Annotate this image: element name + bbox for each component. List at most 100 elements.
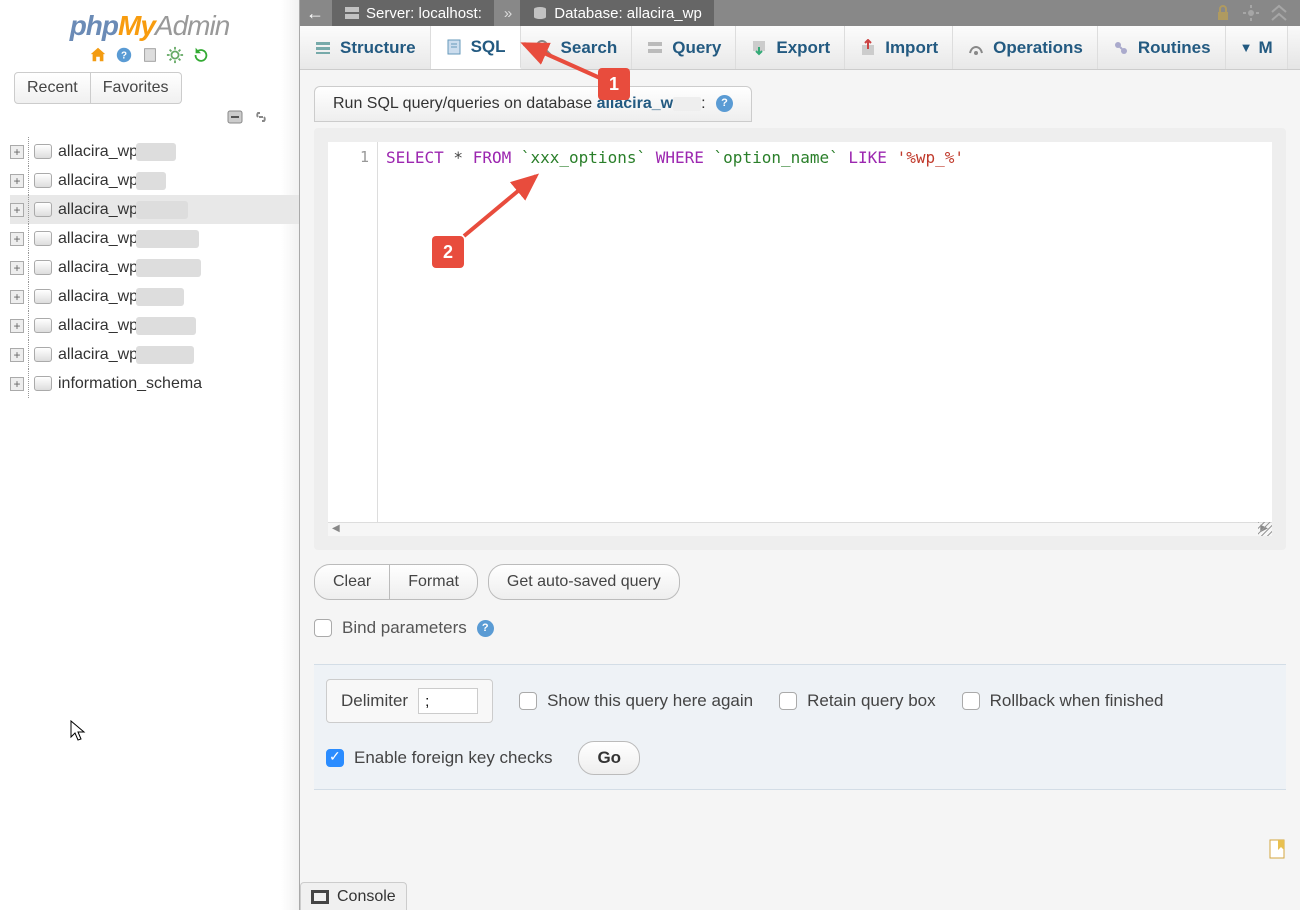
recent-button[interactable]: Recent <box>14 72 91 104</box>
query-options-box: Delimiter Show this query here again Ret… <box>314 664 1286 790</box>
tab-label: Search <box>561 38 618 58</box>
expand-icon[interactable]: + <box>10 348 24 362</box>
tab-sql[interactable]: SQL <box>431 26 521 69</box>
expand-icon[interactable]: + <box>10 319 24 333</box>
collapse-all-icon[interactable] <box>227 110 243 124</box>
fk-checks-label: Enable foreign key checks <box>354 748 552 768</box>
database-icon <box>34 260 52 275</box>
breadcrumb-database-label: Database: allacira_wp <box>554 5 702 22</box>
rollback-checkbox[interactable] <box>962 692 980 710</box>
nav-back-icon[interactable]: ← <box>306 3 324 24</box>
import-icon <box>859 39 877 57</box>
db-tree-label: allacira_wp <box>58 317 138 335</box>
home-icon[interactable] <box>89 46 107 64</box>
delimiter-group: Delimiter <box>326 679 493 723</box>
console-bar[interactable]: Console <box>300 882 407 910</box>
tab-more[interactable]: ▼M <box>1226 26 1288 69</box>
gear-icon[interactable] <box>1242 4 1260 22</box>
settings-icon[interactable] <box>166 46 184 64</box>
tab-search[interactable]: Search <box>521 26 633 69</box>
db-tree-item[interactable]: + information_schema <box>10 369 299 398</box>
help-icon[interactable]: ? <box>716 95 733 112</box>
database-icon <box>34 289 52 304</box>
export-icon <box>750 39 768 57</box>
help-icon[interactable]: ? <box>115 46 133 64</box>
db-tree-item[interactable]: + allacira_wp <box>10 224 299 253</box>
tab-label: Import <box>885 38 938 58</box>
server-icon <box>344 6 360 20</box>
expand-icon[interactable]: + <box>10 261 24 275</box>
search-icon <box>535 39 553 57</box>
mouse-cursor <box>70 720 88 742</box>
database-icon <box>532 6 548 20</box>
delimiter-label: Delimiter <box>341 691 408 711</box>
logo-php: php <box>70 10 118 41</box>
db-tree-item[interactable]: +allacira_wp <box>10 253 299 282</box>
expand-icon[interactable]: + <box>10 174 24 188</box>
tab-label: SQL <box>471 37 506 57</box>
bookmark-icon[interactable] <box>1268 838 1286 862</box>
fk-checks-checkbox[interactable] <box>326 749 344 767</box>
db-tree-item[interactable]: +allacira_wp <box>10 166 299 195</box>
db-tree-item[interactable]: +allacira_wp <box>10 282 299 311</box>
favorites-button[interactable]: Favorites <box>91 72 182 104</box>
rollback-label: Rollback when finished <box>990 691 1164 711</box>
db-tree-item[interactable]: +allacira_wp <box>10 340 299 369</box>
breadcrumb-bar: ← Server: localhost: » Database: allacir… <box>300 0 1300 26</box>
bind-parameters-checkbox[interactable] <box>314 619 332 637</box>
format-button[interactable]: Format <box>390 564 478 600</box>
panel-run-prefix: Run SQL query/queries on database <box>333 95 597 112</box>
operations-icon <box>967 39 985 57</box>
database-icon <box>34 318 52 333</box>
expand-icon[interactable]: + <box>10 290 24 304</box>
tab-export[interactable]: Export <box>736 26 845 69</box>
logo-my: My <box>118 10 155 41</box>
expand-icon[interactable]: + <box>10 145 24 159</box>
sql-editor[interactable]: 1 SELECT * FROM `xxx_options` WHERE `opt… <box>328 142 1272 522</box>
reload-icon[interactable] <box>192 46 210 64</box>
link-icon[interactable] <box>253 110 269 124</box>
expand-icon[interactable]: + <box>10 203 24 217</box>
panel-suffix: : <box>701 95 705 112</box>
tab-query[interactable]: Query <box>632 26 736 69</box>
breadcrumb-separator: » <box>504 5 512 22</box>
docs-icon[interactable] <box>141 46 159 64</box>
tab-structure[interactable]: Structure <box>300 26 431 69</box>
db-tree-item[interactable]: + allacira_wp <box>10 195 299 224</box>
phpmyadmin-logo[interactable]: phpMyAdmin ? <box>0 0 299 66</box>
annotation-callout-2: 2 <box>432 236 464 268</box>
expand-icon[interactable] <box>1270 4 1288 22</box>
sql-code-line[interactable]: SELECT * FROM `xxx_options` WHERE `optio… <box>386 148 964 167</box>
editor-scrollbar[interactable]: ◀▶ <box>328 522 1272 536</box>
editor-gutter: 1 <box>328 142 378 522</box>
db-tree-item[interactable]: +allacira_wp <box>10 137 299 166</box>
tab-routines[interactable]: Routines <box>1098 26 1226 69</box>
go-button[interactable]: Go <box>578 741 640 775</box>
editor-resize-handle[interactable] <box>1258 522 1272 536</box>
breadcrumb-database[interactable]: Database: allacira_wp <box>520 0 714 26</box>
tab-import[interactable]: Import <box>845 26 953 69</box>
db-tree-label: information_schema <box>58 375 202 393</box>
tab-operations[interactable]: Operations <box>953 26 1098 69</box>
delimiter-input[interactable] <box>418 688 478 714</box>
db-tree-label: allacira_wp <box>58 201 138 219</box>
lock-icon[interactable] <box>1214 4 1232 22</box>
breadcrumb-server[interactable]: Server: localhost: <box>332 0 494 26</box>
expand-icon[interactable]: + <box>10 232 24 246</box>
db-tree-item[interactable]: + allacira_wp <box>10 311 299 340</box>
get-autosaved-button[interactable]: Get auto-saved query <box>488 564 680 600</box>
retain-query-checkbox[interactable] <box>779 692 797 710</box>
tab-strip: Structure SQL Search Query Export Import Opera… <box>300 26 1300 70</box>
database-icon <box>34 231 52 246</box>
show-again-checkbox[interactable] <box>519 692 537 710</box>
bind-parameters-label: Bind parameters <box>342 618 467 638</box>
tab-label: Query <box>672 38 721 58</box>
db-tree-label: allacira_wp <box>58 230 138 248</box>
expand-icon[interactable]: + <box>10 377 24 391</box>
database-icon <box>34 144 52 159</box>
query-icon <box>646 39 664 57</box>
retain-query-label: Retain query box <box>807 691 936 711</box>
clear-button[interactable]: Clear <box>314 564 390 600</box>
tab-label: Export <box>776 38 830 58</box>
help-icon[interactable]: ? <box>477 620 494 637</box>
